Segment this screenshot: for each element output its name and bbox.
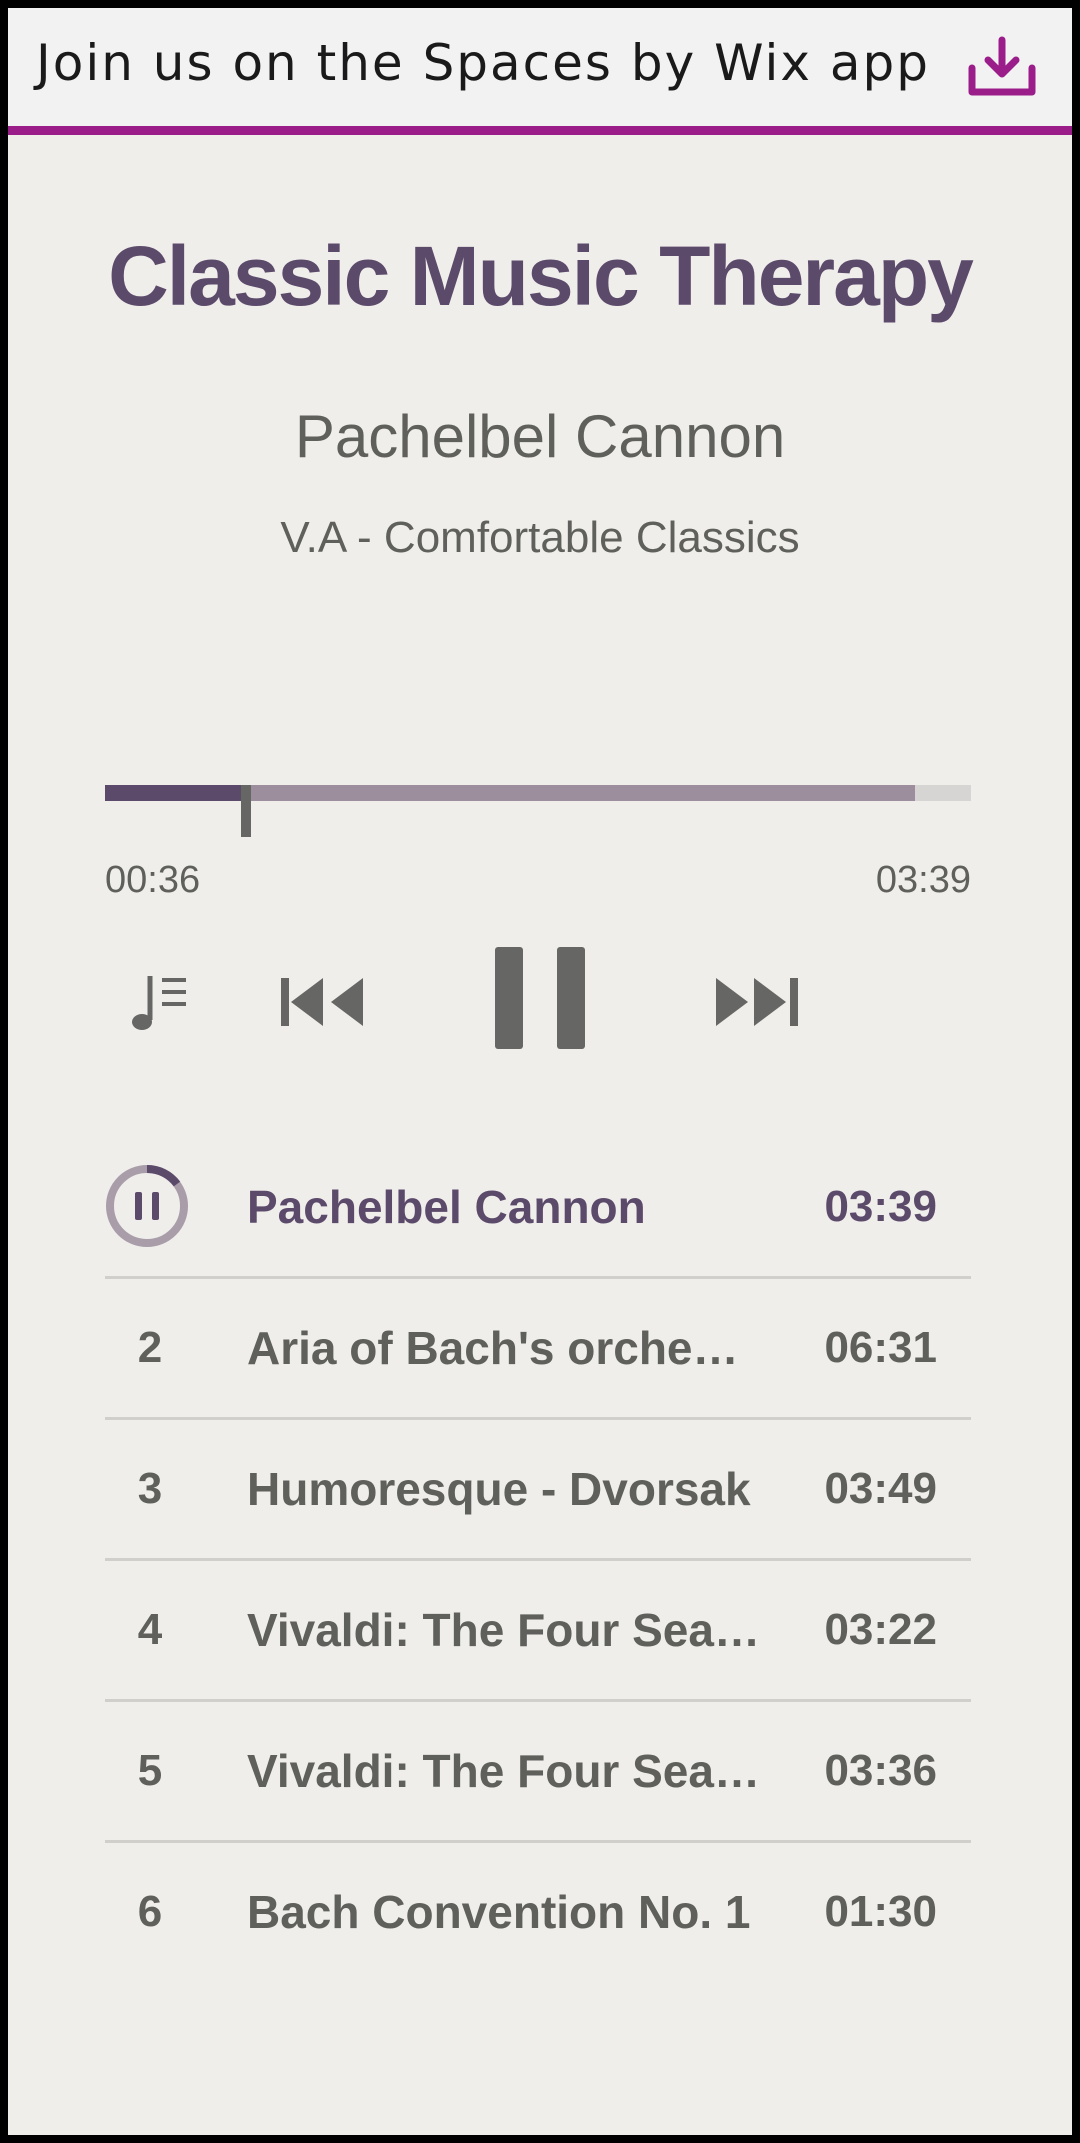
- current-song-title: Pachelbel Cannon: [294, 403, 786, 470]
- track-number: 3: [137, 1464, 163, 1513]
- pause-circle-icon[interactable]: [105, 1164, 189, 1248]
- track-duration: 03:49: [824, 1464, 937, 1513]
- track-duration: 06:31: [824, 1323, 937, 1372]
- track-row[interactable]: 5 Vivaldi: The Four Sea… 03:36: [105, 1702, 971, 1843]
- banner-text[interactable]: Join us on the Spaces by Wix app: [36, 34, 930, 92]
- pause-icon[interactable]: [493, 945, 587, 1051]
- track-name: Vivaldi: The Four Sea…: [247, 1745, 760, 1797]
- download-icon[interactable]: [966, 36, 1038, 100]
- track-name: Humoresque - Dvorsak: [247, 1463, 751, 1515]
- track-number: 6: [137, 1887, 163, 1936]
- track-duration: 03:22: [824, 1605, 937, 1654]
- current-artist: V.A - Comfortable Classics: [280, 513, 800, 562]
- skip-previous-icon[interactable]: [279, 974, 365, 1030]
- track-duration: 01:30: [824, 1887, 937, 1936]
- current-time: 00:36: [105, 859, 201, 901]
- track-row[interactable]: 4 Vivaldi: The Four Sea… 03:22: [105, 1561, 971, 1702]
- progress-slider[interactable]: [105, 777, 971, 847]
- progress-handle[interactable]: [241, 785, 251, 837]
- track-name: Aria of Bach's orche…: [247, 1322, 739, 1374]
- track-row[interactable]: Pachelbel Cannon 03:39: [105, 1138, 971, 1279]
- track-row[interactable]: 2 Aria of Bach's orche… 06:31: [105, 1279, 971, 1420]
- track-list: Pachelbel Cannon 03:39 2 Aria of Bach's …: [105, 1138, 971, 1981]
- playlist-icon[interactable]: [128, 970, 194, 1036]
- track-row[interactable]: 6 Bach Convention No. 1 01:30: [105, 1843, 971, 1981]
- track-duration: 03:39: [824, 1182, 937, 1231]
- player-title: Classic Music Therapy: [108, 229, 974, 323]
- track-name: Bach Convention No. 1: [247, 1886, 751, 1938]
- track-name: Vivaldi: The Four Sea…: [247, 1604, 760, 1656]
- track-row[interactable]: 3 Humoresque - Dvorsak 03:49: [105, 1420, 971, 1561]
- progress-played: [105, 785, 247, 801]
- track-duration: 03:36: [824, 1746, 937, 1795]
- track-number: 4: [137, 1605, 163, 1654]
- total-time: 03:39: [875, 859, 971, 901]
- track-number: 2: [137, 1323, 163, 1372]
- skip-next-icon[interactable]: [714, 974, 800, 1030]
- app-banner[interactable]: Join us on the Spaces by Wix app: [8, 8, 1072, 135]
- track-number: 5: [137, 1746, 163, 1795]
- track-name: Pachelbel Cannon: [247, 1181, 646, 1233]
- app-frame: Join us on the Spaces by Wix app Classic…: [8, 8, 1072, 2135]
